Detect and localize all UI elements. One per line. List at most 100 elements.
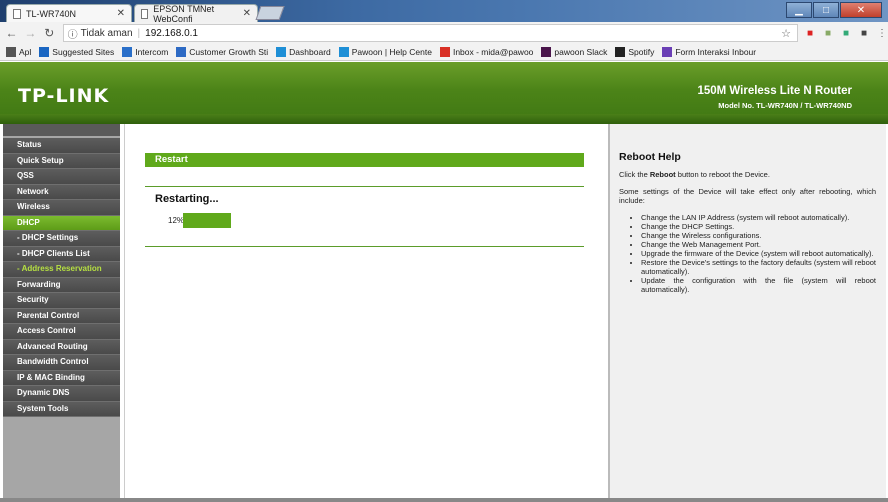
menu-item-wireless[interactable]: Wireless <box>3 200 120 216</box>
bookmark-item[interactable]: Suggested Sites <box>39 47 114 57</box>
info-icon[interactable]: ⓘ <box>68 26 78 41</box>
security-label: Tidak aman <box>80 27 133 39</box>
menu-kebab-icon[interactable]: ⋮ <box>876 27 888 39</box>
help-list-item: Change the Web Management Port. <box>641 240 876 249</box>
extension-icon[interactable]: ■ <box>840 27 852 39</box>
menu-item-system-tools[interactable]: System Tools <box>3 401 120 417</box>
gmail-icon <box>439 47 450 57</box>
bookmark-item[interactable]: Dashboard <box>276 47 331 57</box>
bookmark-label: Inbox - mida@pawoo <box>452 47 534 57</box>
menu-item-parental-control[interactable]: Parental Control <box>3 308 120 324</box>
menu-item-bandwidth-control[interactable]: Bandwidth Control <box>3 355 120 371</box>
bookmark-item[interactable]: Pawoon | Help Cente <box>338 47 432 57</box>
progress-bar <box>183 213 231 228</box>
bookmark-item[interactable]: Inbox - mida@pawoo <box>439 47 534 57</box>
help-list-item: Change the DHCP Settings. <box>641 222 876 231</box>
suggested-sites-icon <box>39 47 50 57</box>
bookmark-label: Spotify <box>628 47 655 57</box>
main-frame: Restart Restarting... 12% <box>124 124 607 498</box>
star-icon[interactable]: ☆ <box>781 27 791 40</box>
bookmark-label: Form Interaksi Inbour <box>675 47 757 57</box>
tp-link-logo: TP-LINK <box>18 85 110 107</box>
url-text: 192.168.0.1 <box>145 27 198 39</box>
sheet-icon <box>176 47 187 57</box>
sidebar-menu: Status Quick Setup QSS Network Wireless DHCP -… <box>3 124 120 498</box>
intercom-icon <box>122 47 133 57</box>
menu-item-address-reservation[interactable]: - Address Reservation <box>3 262 120 278</box>
model-number: Model No. TL-WR740N / TL-WR740ND <box>718 101 852 110</box>
menu-item-forwarding[interactable]: Forwarding <box>3 277 120 293</box>
help-list-item: Update the configuration with the file (… <box>641 276 876 294</box>
help-intro: Click the Reboot button to reboot the De… <box>619 170 770 179</box>
menu-item-advanced-routing[interactable]: Advanced Routing <box>3 339 120 355</box>
restart-status: Restarting... <box>155 193 219 205</box>
page-icon <box>141 8 149 19</box>
help-list: Change the LAN IP Address (system will r… <box>619 213 876 294</box>
bookmark-label: Apl <box>19 47 32 57</box>
window-border <box>0 498 888 502</box>
address-bar-row: ← → ↻ ⓘ Tidak aman | 192.168.0.1 ☆ ■ ■ ■… <box>0 22 888 44</box>
bookmark-label: Suggested Sites <box>52 47 115 57</box>
extension-icon[interactable]: ■ <box>822 27 834 39</box>
tab-tl-wr740n[interactable]: TL-WR740N ✕ <box>6 4 132 22</box>
progress-percent: 12% <box>168 216 185 225</box>
bookmark-item[interactable]: pawoon Slack <box>541 47 607 57</box>
apps-grid-icon <box>6 47 16 57</box>
help-panel: Reboot Help Click the Reboot button to r… <box>608 124 886 498</box>
separator: | <box>137 27 141 39</box>
divider <box>145 246 584 247</box>
bookmark-label: Customer Growth Sti <box>189 47 269 57</box>
close-tab-icon[interactable]: ✕ <box>117 8 125 19</box>
page-icon <box>13 8 21 19</box>
tab-label: TL-WR740N <box>26 8 77 19</box>
minimize-icon[interactable]: ▁ <box>786 2 812 18</box>
spotify-icon <box>615 47 626 57</box>
tab-epson[interactable]: EPSON TMNet WebConfi ✕ <box>134 3 258 24</box>
maximize-icon[interactable]: □ <box>813 2 839 18</box>
help-list-item: Upgrade the firmware of the Device (syst… <box>641 249 876 258</box>
menu-item-quick-setup[interactable]: Quick Setup <box>3 153 120 169</box>
menu-item-security[interactable]: Security <box>3 293 120 309</box>
reload-icon[interactable]: ↻ <box>42 26 57 40</box>
form-icon <box>662 47 673 57</box>
router-header: TP-LINK 150M Wireless Lite N Router Mode… <box>0 62 888 124</box>
slack-icon <box>541 47 552 57</box>
bookmark-item[interactable]: Spotify <box>615 47 654 57</box>
help-list-item: Change the LAN IP Address (system will r… <box>641 213 876 222</box>
menu-item-qss[interactable]: QSS <box>3 169 120 185</box>
menu-item-dhcp-settings[interactable]: - DHCP Settings <box>3 231 120 247</box>
help-title: Reboot Help <box>619 151 681 163</box>
menu-item-network[interactable]: Network <box>3 184 120 200</box>
menu-item-dynamic-dns[interactable]: Dynamic DNS <box>3 386 120 402</box>
new-tab-button[interactable] <box>255 6 285 20</box>
bookmark-label: Intercom <box>135 47 169 57</box>
extension-icon[interactable]: ■ <box>804 27 816 39</box>
p-icon <box>276 47 287 57</box>
p-icon <box>338 47 349 57</box>
bookmark-item[interactable]: Apl <box>6 47 31 57</box>
forward-icon[interactable]: → <box>23 26 38 40</box>
help-list-item: Restore the Device's settings to the fac… <box>641 258 876 276</box>
menu-item-status[interactable]: Status <box>3 138 120 154</box>
address-input[interactable]: ⓘ Tidak aman | 192.168.0.1 ☆ <box>62 24 799 42</box>
bookmark-label: Pawoon | Help Cente <box>351 47 432 57</box>
extension-icon[interactable]: ■ <box>858 27 870 39</box>
page-title: Restart <box>145 153 584 167</box>
close-tab-icon[interactable]: ✕ <box>243 8 251 19</box>
back-icon[interactable]: ← <box>4 26 19 40</box>
product-name: 150M Wireless Lite N Router <box>697 85 852 97</box>
menu-item-dhcp[interactable]: DHCP <box>3 215 120 231</box>
bookmark-item[interactable]: Intercom <box>122 47 168 57</box>
menu-item-dhcp-clients-list[interactable]: - DHCP Clients List <box>3 246 120 262</box>
menu-item-ip-mac-binding[interactable]: IP & MAC Binding <box>3 370 120 386</box>
bookmark-label: pawoon Slack <box>554 47 608 57</box>
help-list-item: Change the Wireless configurations. <box>641 231 876 240</box>
bookmarks-bar: Apl Suggested Sites Intercom Customer Growt… <box>0 44 888 61</box>
browser-titlebar: TL-WR740N ✕ EPSON TMNet WebConfi ✕ ▁ □ ✕ <box>0 0 888 24</box>
tab-label: EPSON TMNet WebConfi <box>153 3 215 24</box>
bookmark-item[interactable]: Customer Growth Sti <box>176 47 268 57</box>
bookmark-item[interactable]: Form Interaksi Inbour <box>662 47 756 57</box>
window-close-icon[interactable]: ✕ <box>840 2 882 18</box>
menu-item-access-control[interactable]: Access Control <box>3 324 120 340</box>
bookmark-label: Dashboard <box>289 47 331 57</box>
